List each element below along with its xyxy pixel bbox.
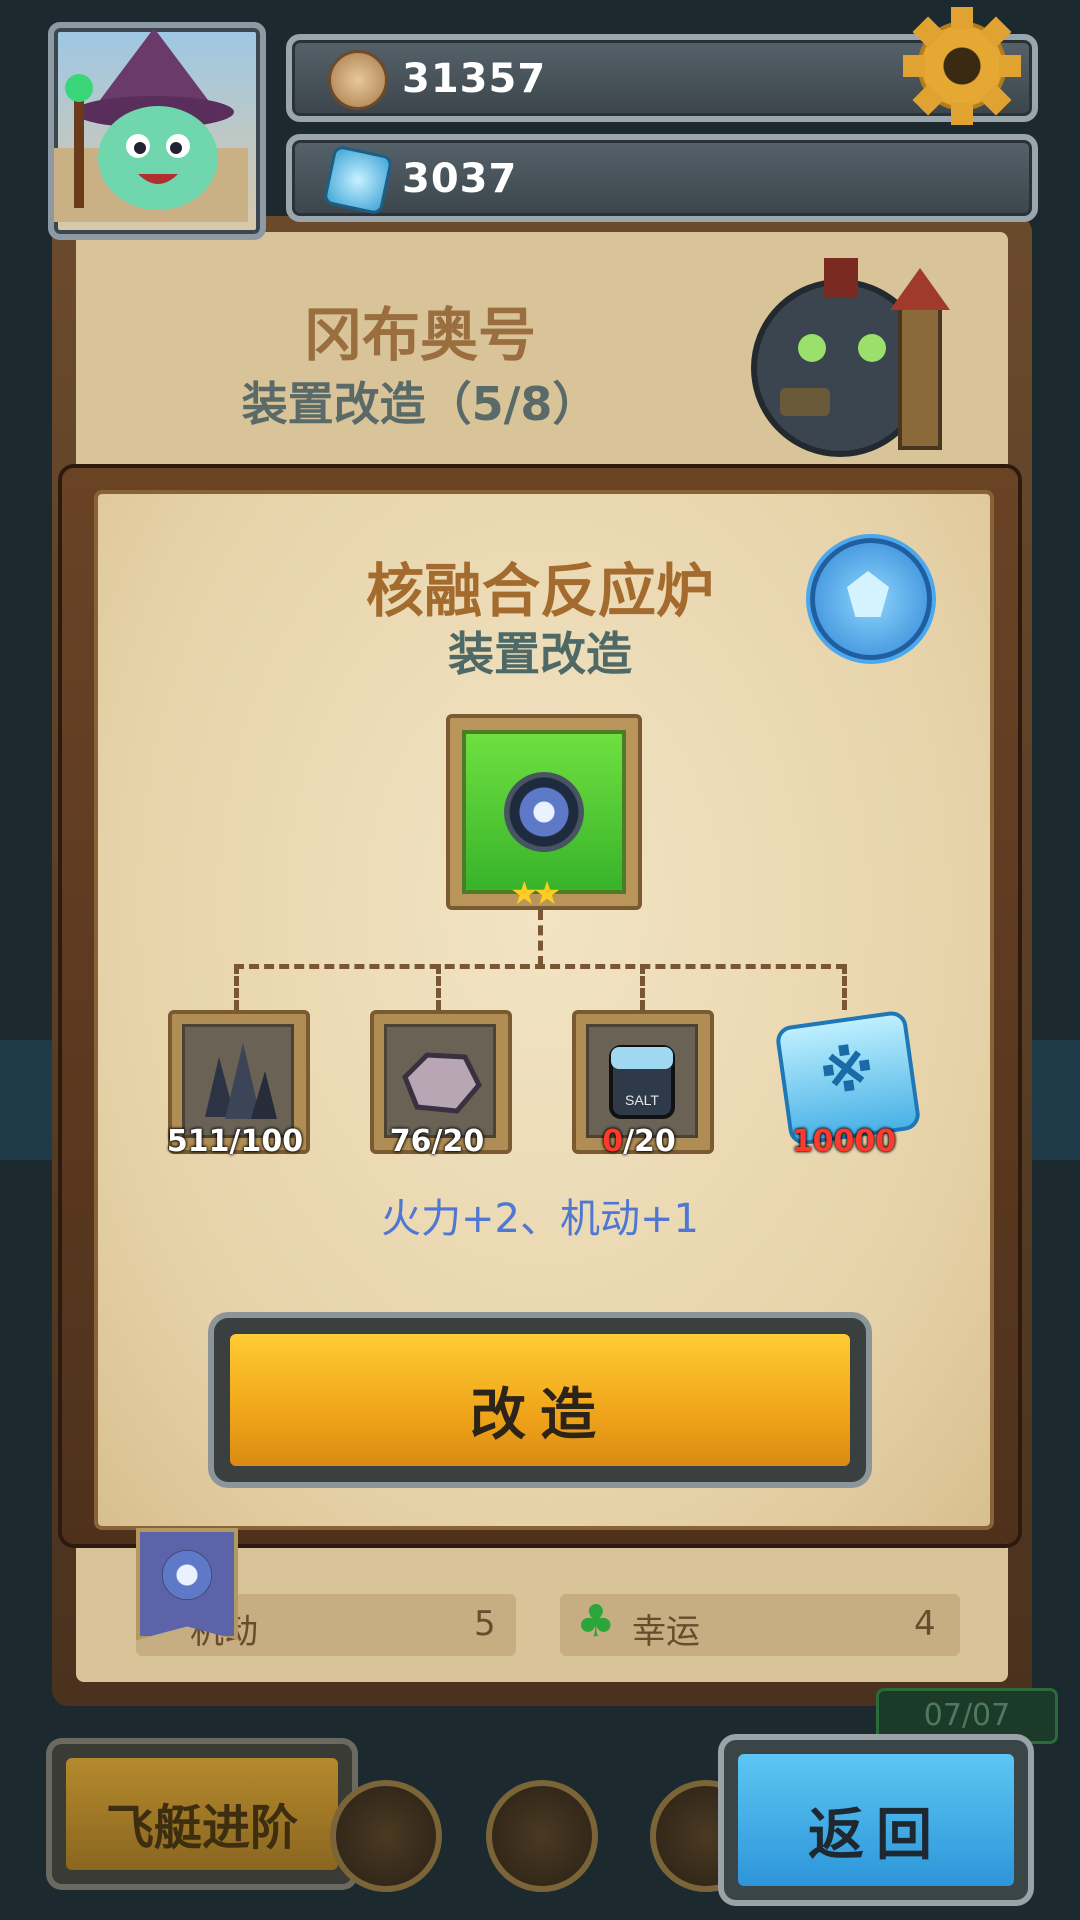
tree-connector xyxy=(234,964,239,1010)
coin-balance: 31357 xyxy=(402,56,547,102)
material-have: 10000 xyxy=(791,1124,897,1159)
timer-badge: 07/07 xyxy=(876,1688,1058,1744)
tree-connector xyxy=(640,964,645,1010)
tree-connector xyxy=(436,964,441,1010)
ship-name: 冈布奥号 xyxy=(303,301,536,369)
material-count-salt: 0/20 xyxy=(559,1124,719,1159)
coin-icon xyxy=(328,50,388,110)
gem-icon xyxy=(322,144,394,216)
item-star-rating: ★★ xyxy=(510,874,561,912)
ore-stone-icon xyxy=(402,1052,482,1114)
gem-balance: 3037 xyxy=(402,156,518,202)
airship-advance-button[interactable]: 飞艇进阶 xyxy=(52,1744,352,1884)
modify-button-label: 改造 xyxy=(470,1383,610,1448)
material-have: 0 xyxy=(602,1124,624,1159)
player-avatar[interactable] xyxy=(48,22,266,240)
material-have: 511 xyxy=(166,1124,230,1159)
stat-value-mobility: 5 xyxy=(474,1604,496,1644)
back-button-label: 返回 xyxy=(808,1803,944,1868)
material-count-crystal: 511/100 xyxy=(155,1124,315,1159)
material-have: 76 xyxy=(389,1124,432,1159)
settings-gear-icon[interactable] xyxy=(903,7,1021,125)
nav-round-button[interactable] xyxy=(330,1780,442,1892)
salt-jar-icon: SALT xyxy=(609,1045,675,1119)
airship-icon xyxy=(740,238,960,468)
stat-row-luck xyxy=(560,1594,960,1656)
material-need: /20 xyxy=(623,1124,676,1159)
tree-connector xyxy=(538,910,543,966)
gem-balance-bar: 3037 xyxy=(286,134,1038,222)
crystal-badge-icon xyxy=(810,538,932,660)
modify-button[interactable]: 改造 xyxy=(214,1318,866,1482)
material-count-gem: 10000 xyxy=(764,1124,924,1159)
dark-crystal-icon xyxy=(205,1043,277,1119)
material-count-ore: 76/20 xyxy=(357,1124,517,1159)
wizard-avatar-icon xyxy=(54,28,248,222)
back-button[interactable]: 返回 xyxy=(724,1740,1028,1900)
airship-advance-label: 飞艇进阶 xyxy=(105,1800,298,1856)
lens-device-icon xyxy=(504,772,584,852)
ship-upgrade-progress: 装置改造（5/8） xyxy=(241,377,599,431)
tree-connector xyxy=(842,964,847,1010)
clover-icon: ♣ xyxy=(576,1596,616,1647)
svg-text:SALT: SALT xyxy=(625,1092,659,1108)
upgrade-effect: 火力+2、机动+1 xyxy=(381,1196,699,1242)
stat-label-luck: 幸运 xyxy=(632,1612,700,1652)
tree-connector xyxy=(234,964,846,969)
lens-device-icon xyxy=(162,1550,212,1600)
stat-value-luck: 4 xyxy=(914,1604,936,1644)
material-need: /20 xyxy=(431,1124,485,1159)
device-tab[interactable] xyxy=(136,1528,238,1640)
material-need: /100 xyxy=(229,1124,304,1159)
nav-round-button[interactable] xyxy=(486,1780,598,1892)
